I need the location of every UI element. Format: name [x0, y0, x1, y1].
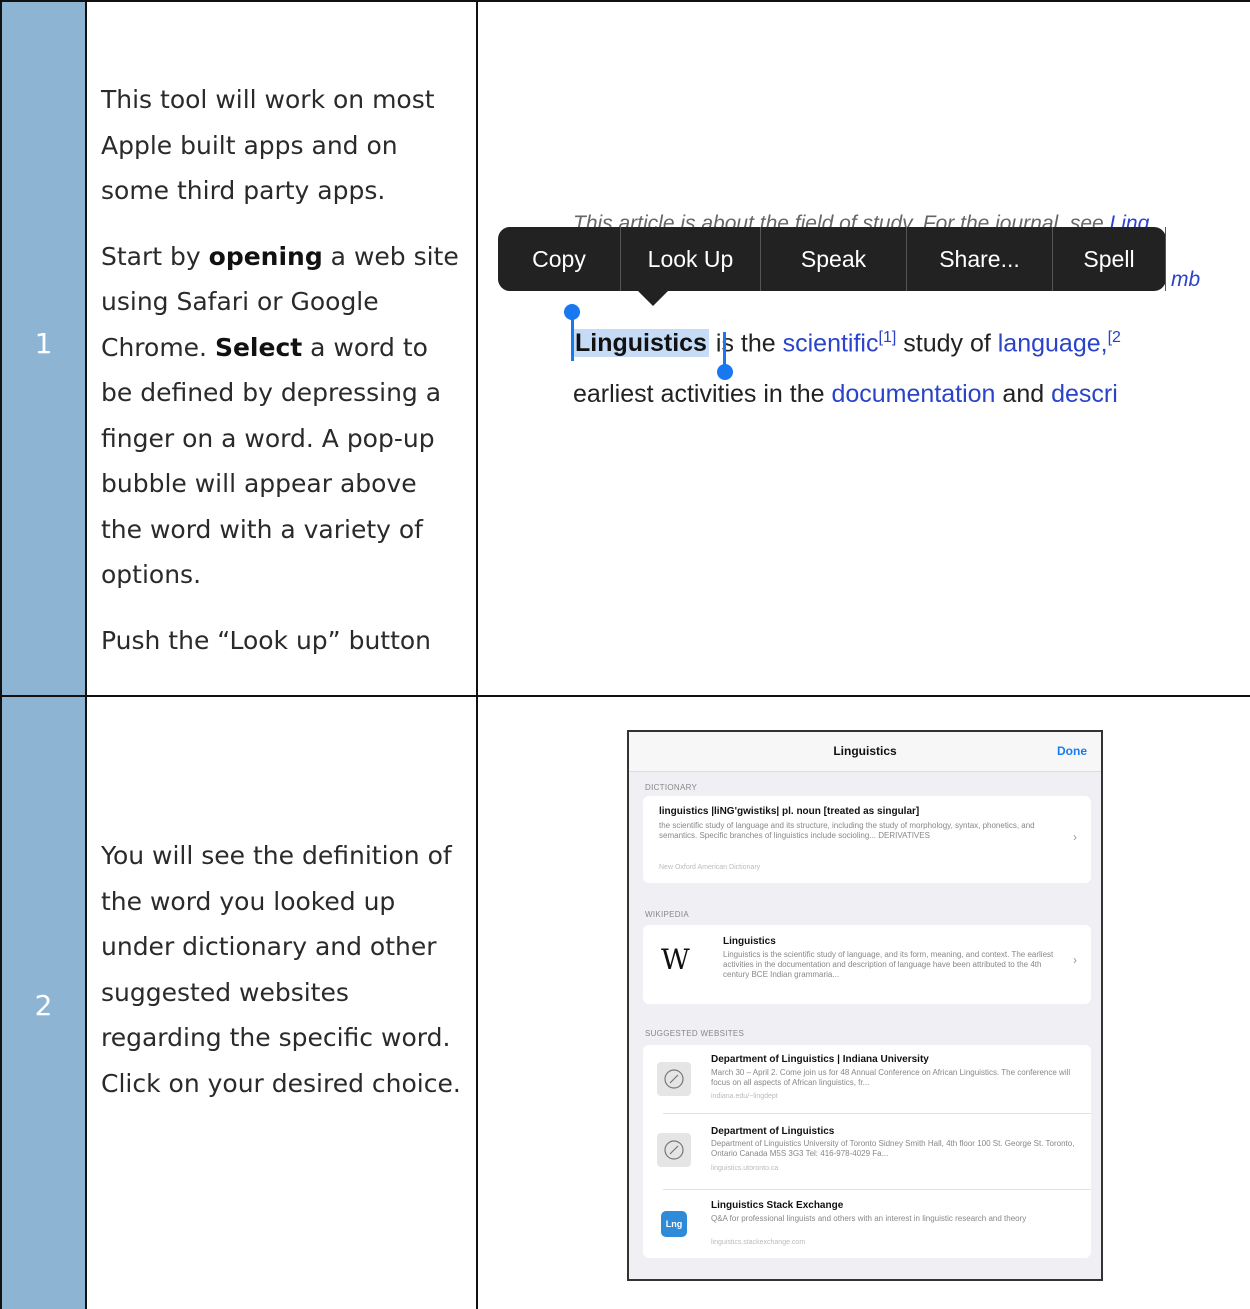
compass-icon: [657, 1062, 691, 1096]
stack-exchange-icon: Lng: [661, 1211, 687, 1237]
site-title: Department of Linguistics | Indiana Univ…: [711, 1054, 929, 1065]
share-button[interactable]: Share...: [907, 227, 1053, 291]
chevron-right-icon: ›: [1073, 830, 1077, 844]
list-divider: [663, 1113, 1091, 1114]
table-row-divider: [0, 695, 1250, 697]
copy-button[interactable]: Copy: [498, 227, 621, 291]
step-number-1: 1: [34, 327, 53, 360]
instruction-paragraph: This tool will work on most Apple built …: [101, 85, 435, 205]
suggested-websites-card: Department of Linguistics | Indiana Univ…: [643, 1045, 1091, 1258]
wikipedia-entry-title: Linguistics: [723, 936, 776, 947]
dictionary-source: New Oxford American Dictionary: [659, 864, 761, 871]
instruction-table: 1 This tool will work on most Apple buil…: [0, 0, 1250, 1309]
article-line-2: earliest activities in the documentation…: [573, 380, 1118, 408]
table-border-top: [0, 0, 1250, 2]
list-item[interactable]: Department of Linguistics Department of …: [643, 1115, 1091, 1187]
selection-end-bar: [723, 332, 726, 368]
step-number-2: 2: [34, 989, 53, 1022]
chevron-right-icon: ›: [1073, 953, 1077, 967]
step-1-instructions: This tool will work on most Apple built …: [101, 77, 463, 683]
step-number-cell-1: 1: [2, 2, 85, 695]
speak-button[interactable]: Speak: [761, 227, 907, 291]
menu-pointer-arrow: [638, 291, 668, 306]
selection-end-handle[interactable]: [717, 364, 733, 380]
step-number-cell-2: 2: [2, 697, 85, 1309]
instruction-paragraph: You will see the definition of the word …: [101, 841, 461, 1098]
edit-menu-bubble: Copy Look Up Speak Share... Spell: [498, 227, 1166, 306]
compass-icon: [657, 1133, 691, 1167]
site-title: Department of Linguistics: [711, 1126, 835, 1137]
site-url: indiana.edu/~lingdept: [711, 1093, 778, 1100]
table-col-divider-2: [476, 0, 478, 1309]
suggested-websites-section-label: SUGGESTED WEBSITES: [645, 1029, 745, 1038]
site-description: Q&A for professional linguists and other…: [711, 1214, 1027, 1223]
site-url: linguistics.stackexchange.com: [711, 1239, 806, 1246]
article-note-link: mb: [1171, 268, 1201, 291]
emphasized-word: opening: [208, 241, 323, 271]
article-line-1: Linguistics is the scientific[1] study o…: [573, 329, 1121, 358]
done-button[interactable]: Done: [1057, 744, 1087, 758]
selected-word[interactable]: Linguistics: [573, 329, 709, 358]
instruction-paragraph: Start by opening a web site using Safari…: [101, 241, 459, 590]
list-divider: [663, 1189, 1091, 1190]
site-description: Department of Linguistics University of …: [711, 1139, 1075, 1158]
table-col-divider-1: [85, 0, 87, 1309]
step-2-instructions: You will see the definition of the word …: [101, 833, 463, 1126]
wikipedia-entry-text: Linguistics is the scientific study of l…: [723, 950, 1054, 979]
lookup-title: Linguistics: [833, 744, 897, 758]
wikipedia-logo-icon: W: [661, 943, 690, 976]
dictionary-entry-title: linguistics |liNG'gwistiks| pl. noun [tr…: [659, 806, 920, 817]
lookup-menu-screenshot: This article is about the field of study…: [485, 190, 1250, 410]
site-description: March 30 – April 2. Come join us for 48 …: [711, 1068, 1071, 1087]
spell-button[interactable]: Spell: [1053, 227, 1166, 291]
wikipedia-card[interactable]: W Linguistics Linguistics is the scienti…: [643, 925, 1091, 1004]
emphasized-word: Select: [214, 332, 303, 362]
site-url: linguistics.utoronto.ca: [711, 1165, 779, 1172]
lookup-results-screenshot: Linguistics Done DICTIONARY linguistics …: [627, 730, 1103, 1281]
dictionary-section-label: DICTIONARY: [645, 783, 698, 792]
instruction-paragraph: Push the “Look up” button: [101, 625, 432, 655]
list-item[interactable]: Department of Linguistics | Indiana Univ…: [643, 1045, 1091, 1113]
look-up-button[interactable]: Look Up: [621, 227, 761, 291]
dictionary-entry-text: the scientific study of language and its…: [659, 821, 1035, 840]
dictionary-card[interactable]: linguistics |liNG'gwistiks| pl. noun [tr…: [643, 796, 1091, 883]
list-item[interactable]: Lng Linguistics Stack Exchange Q&A for p…: [643, 1191, 1091, 1258]
lookup-header: Linguistics Done: [629, 732, 1101, 772]
wikipedia-section-label: WIKIPEDIA: [645, 910, 690, 919]
selection-start-bar: [571, 318, 574, 361]
site-title: Linguistics Stack Exchange: [711, 1200, 844, 1211]
